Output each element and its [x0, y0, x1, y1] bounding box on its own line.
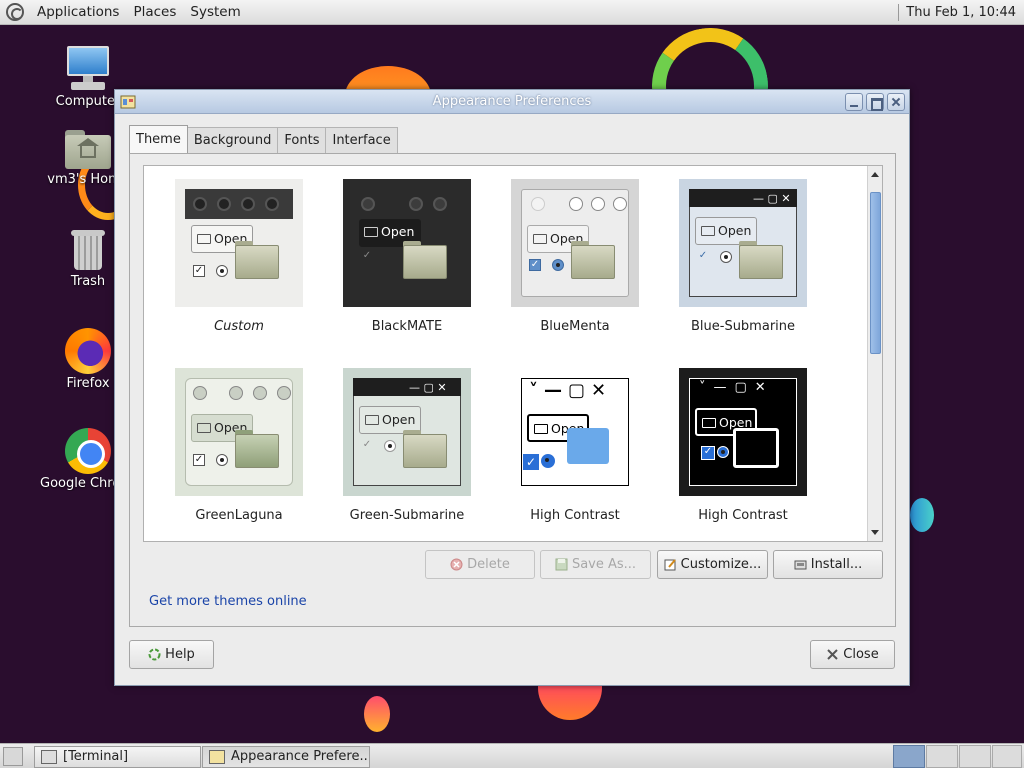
top-panel: Applications Places System Thu Feb 1, 10…: [0, 0, 1024, 25]
maximize-button[interactable]: [866, 92, 884, 111]
taskbar-item-terminal[interactable]: [Terminal]: [34, 746, 201, 768]
taskbar-item-label: [Terminal]: [63, 749, 129, 764]
firefox-icon: [65, 328, 111, 374]
tab-interface[interactable]: Interface: [325, 127, 398, 153]
tab-fonts[interactable]: Fonts: [277, 127, 327, 153]
save-as-label: Save As...: [571, 557, 637, 572]
install-button[interactable]: Install...: [773, 550, 883, 579]
computer-icon: [65, 46, 111, 92]
window-title: Appearance Preferences: [432, 94, 592, 109]
close-icon: [826, 648, 839, 661]
bottom-panel: [Terminal] Appearance Prefere...: [0, 743, 1024, 768]
theme-item-high-contrast[interactable]: ˅—▢✕ Open ✓ High Contrast: [491, 368, 659, 523]
minimize-button[interactable]: [845, 92, 863, 111]
thumb-open-label: Open: [381, 224, 415, 239]
help-button[interactable]: Help: [129, 640, 214, 669]
theme-item-green-submarine[interactable]: — ▢ ✕ Open ✓ Green-Submarine: [323, 368, 491, 523]
theme-thumbnail: — ▢ ✕ Open ✓: [343, 368, 471, 496]
delete-label: Delete: [467, 557, 510, 572]
customize-label: Customize...: [680, 557, 762, 572]
install-icon: [794, 558, 807, 571]
close-button[interactable]: Close: [810, 640, 895, 669]
taskbar-item-appearance[interactable]: Appearance Prefere...: [202, 746, 370, 768]
theme-name: Custom: [214, 319, 264, 334]
help-icon: [148, 648, 161, 661]
wallpaper-shape: [364, 696, 390, 732]
help-label: Help: [165, 647, 195, 662]
workspace-4[interactable]: [992, 745, 1022, 768]
theme-thumbnail: Open ✓: [175, 368, 303, 496]
chrome-icon: [65, 428, 111, 474]
theme-thumbnail: ˅—▢✕ Open ✓: [679, 368, 807, 496]
scroll-down-arrow-icon[interactable]: [868, 525, 882, 539]
scroll-up-arrow-icon[interactable]: [868, 168, 882, 182]
theme-thumbnail: ˅—▢✕ Open ✓: [511, 368, 639, 496]
panel-separator: [898, 3, 900, 21]
theme-name: Green-Submarine: [349, 508, 465, 523]
theme-name: High Contrast: [698, 508, 788, 523]
workspace-1[interactable]: [893, 745, 925, 768]
save-as-button[interactable]: Save As...: [540, 550, 651, 579]
show-desktop-icon[interactable]: [3, 747, 23, 766]
theme-actions: Delete Save As... Customize... Install..…: [130, 550, 895, 580]
customize-button[interactable]: Customize...: [657, 550, 768, 579]
tab-background[interactable]: Background: [186, 127, 279, 153]
theme-item-blackmate[interactable]: Open ✓ BlackMATE: [323, 179, 491, 334]
thumb-open-label: Open: [382, 412, 416, 427]
delete-button[interactable]: Delete: [425, 550, 535, 579]
theme-list-scrollbar[interactable]: [867, 166, 882, 541]
theme-thumbnail: Open ✓: [343, 179, 471, 307]
mate-logo-icon[interactable]: [6, 3, 24, 21]
theme-item-blue-submarine[interactable]: — ▢ ✕ Open ✓ Blue-Submarine: [659, 179, 827, 334]
window-titlebar[interactable]: Appearance Preferences: [115, 90, 909, 114]
workspace-2[interactable]: [926, 745, 958, 768]
appearance-app-icon: [209, 750, 225, 764]
theme-item-greenlaguna[interactable]: Open ✓ GreenLaguna: [155, 368, 323, 523]
appearance-preferences-window: Appearance Preferences Theme Background …: [114, 89, 910, 686]
tab-theme[interactable]: Theme: [129, 125, 188, 153]
theme-thumbnail: — ▢ ✕ Open ✓: [679, 179, 807, 307]
menu-places[interactable]: Places: [126, 4, 183, 20]
trash-icon: [69, 230, 107, 272]
wallpaper-shape: [910, 498, 934, 532]
theme-item-custom[interactable]: Open ✓ Custom: [155, 179, 323, 334]
taskbar-item-label: Appearance Prefere...: [231, 749, 370, 764]
theme-name: High Contrast: [530, 508, 620, 523]
scrollbar-thumb[interactable]: [870, 192, 881, 354]
theme-item-bluementa[interactable]: Open ✓ BlueMenta: [491, 179, 659, 334]
theme-tab-panel: Open ✓ Custom Open ✓ BlackMATE Open ✓ Bl…: [129, 153, 896, 627]
theme-list[interactable]: Open ✓ Custom Open ✓ BlackMATE Open ✓ Bl…: [143, 165, 883, 542]
thumb-open-label: Open: [718, 223, 752, 238]
window-close-button[interactable]: [887, 92, 905, 111]
clock-area: Thu Feb 1, 10:44: [898, 3, 1024, 21]
theme-name: GreenLaguna: [195, 508, 283, 523]
theme-name: BlackMATE: [371, 319, 443, 334]
workspace-3[interactable]: [959, 745, 991, 768]
close-label: Close: [843, 647, 879, 662]
clock[interactable]: Thu Feb 1, 10:44: [906, 5, 1016, 20]
theme-name: Blue-Submarine: [690, 319, 796, 334]
home-folder-icon: [65, 130, 111, 170]
theme-name: BlueMenta: [540, 319, 610, 334]
menu-system[interactable]: System: [183, 4, 247, 20]
delete-icon: [450, 558, 463, 571]
tab-bar: Theme Background Fonts Interface: [129, 125, 398, 153]
terminal-icon: [41, 750, 57, 764]
install-label: Install...: [810, 557, 863, 572]
menu-applications[interactable]: Applications: [30, 4, 126, 20]
customize-icon: [664, 558, 677, 571]
theme-item-high-contrast-inverse[interactable]: ˅—▢✕ Open ✓ High Contrast: [659, 368, 827, 523]
theme-thumbnail: Open ✓: [175, 179, 303, 307]
theme-thumbnail: Open ✓: [511, 179, 639, 307]
get-more-themes-link[interactable]: Get more themes online: [149, 594, 307, 609]
save-icon: [555, 558, 568, 571]
